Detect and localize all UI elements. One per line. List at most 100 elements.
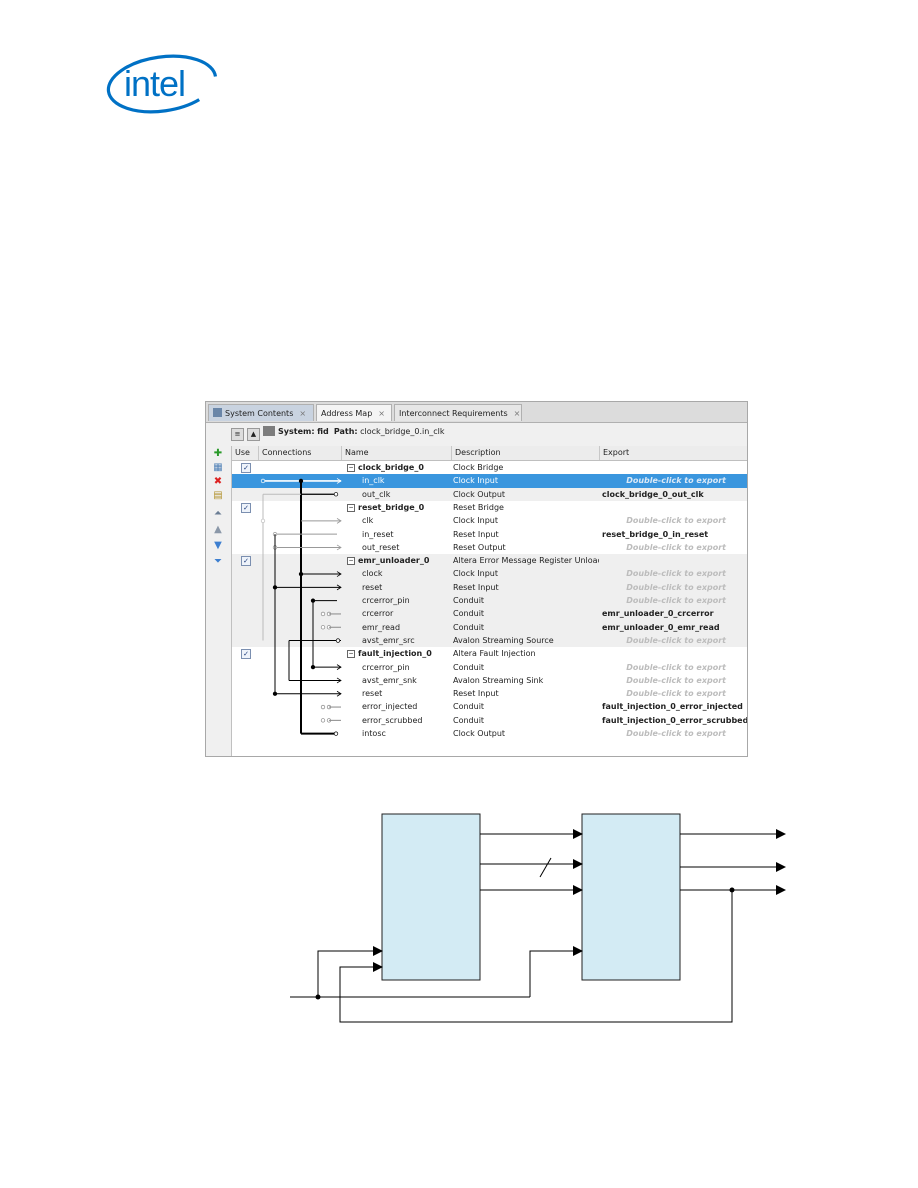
column-header-export[interactable]: Export [600,446,747,460]
left-toolbar: ✚ ▦ ✖ ▤ ⏶ ▲ ▼ ⏷ [206,444,230,756]
export-cell[interactable]: Double-click to export [602,581,747,594]
intel-logo-text: intel [124,63,185,104]
export-cell[interactable]: Double-click to export [602,514,747,527]
description-cell: Clock Input [453,516,498,526]
column-header-description[interactable]: Description [452,446,600,460]
name-cell: out_clk [362,489,391,499]
up-button[interactable]: ▲ [247,428,260,441]
description-cell: Reset Input [453,529,499,539]
name-cell: reset [362,689,383,699]
close-icon[interactable]: ⨯ [299,409,306,418]
export-cell[interactable]: Double-click to export [602,687,747,700]
edit-icon[interactable]: ▤ [212,490,224,502]
connection-dot [333,492,339,497]
export-cell[interactable] [602,501,747,514]
description-cell: Clock Output [453,729,506,738]
connection-dot [333,731,339,736]
left-block [381,813,481,981]
export-cell[interactable]: Double-click to export [602,594,747,607]
intel-logo: intel [106,54,218,114]
description-cell: Clock Input [453,476,498,486]
name-cell: emr_unloader_0 [358,556,430,566]
name-cell: error_injected [362,702,418,712]
add-system-icon[interactable]: ▦ [212,462,224,474]
description-cell: Conduit [453,622,485,632]
export-cell[interactable]: fault_injection_0_error_injected [602,700,747,713]
description-cell: Avalon Streaming Sink [453,675,544,685]
connection-dot [272,691,278,696]
tab-bar: System Contents ⨯ Address Map ⨯ Interconne… [206,402,747,423]
remove-icon[interactable]: ✖ [212,476,224,488]
connection-dot [298,478,304,484]
description-cell: Clock Bridge [453,463,504,472]
export-cell[interactable]: Double-click to export [602,661,747,674]
column-header-use[interactable]: Use [232,446,259,460]
name-cell: in_reset [362,529,394,539]
export-cell[interactable] [602,461,747,474]
bus-slash [539,857,552,878]
tab-system-contents[interactable]: System Contents ⨯ [208,404,314,421]
name-cell: avst_emr_snk [362,675,417,685]
move-bottom-icon[interactable]: ⏷ [212,556,224,568]
description-cell: Reset Input [453,582,499,592]
column-header-connections[interactable]: Connections [259,446,342,460]
export-cell[interactable]: Double-click to export [602,567,747,580]
export-cell[interactable]: Double-click to export [602,474,747,487]
export-cell[interactable]: clock_bridge_0_out_clk [602,488,747,501]
move-down-icon[interactable]: ▼ [212,540,224,552]
add-icon[interactable]: ✚ [212,448,224,460]
export-cell[interactable]: emr_unloader_0_crcerror [602,607,747,620]
description-cell: Reset Bridge [453,502,504,512]
connection-dot [320,625,326,630]
connection-dot [335,638,341,643]
name-cell: crcerror_pin [362,596,410,605]
connections-graph [260,478,342,736]
description-cell: Conduit [453,609,485,619]
name-cell: clock_bridge_0 [358,463,424,472]
description-cell: Clock Output [453,489,506,499]
right-block [581,813,681,981]
close-icon[interactable]: ⨯ [378,409,385,418]
column-header-name[interactable]: Name [342,446,452,460]
move-up-icon[interactable]: ▲ [212,524,224,536]
system-contents-screenshot: System Contents ⨯ Address Map ⨯ Interconne… [205,401,748,757]
connection-dot [260,478,266,484]
collapse-button[interactable]: ≡ [231,428,244,441]
export-cell[interactable]: emr_unloader_0_emr_read [602,621,747,634]
name-cell: reset_bridge_0 [358,502,425,512]
tab-interconnect-requirements[interactable]: Interconnect Requirements ⨯ [394,404,522,421]
tab-address-map[interactable]: Address Map ⨯ [316,404,392,421]
connection-dot [260,518,266,523]
connection-dot [320,611,326,617]
export-cell[interactable]: Double-click to export [602,674,747,687]
junction-dot [315,994,321,1000]
connection-dot [320,718,326,723]
export-cell[interactable]: Double-click to export [602,727,747,740]
move-top-icon[interactable]: ⏶ [212,508,224,520]
name-cell: fault_injection_0 [358,649,432,659]
close-icon[interactable]: ⨯ [514,409,521,418]
export-cell[interactable] [602,554,747,567]
name-cell: clock [362,569,383,579]
path-bar: ≡ ▲ System: fid Path: clock_bridge_0.in_cl… [231,424,445,441]
connection-dot [298,571,304,577]
description-cell: Altera Fault Injection [453,649,536,659]
export-cell[interactable]: reset_bridge_0_in_reset [602,528,747,541]
export-cell[interactable] [602,647,747,660]
name-cell: out_reset [362,542,400,552]
system-contents-icon [213,408,222,417]
junction-dot [729,887,735,893]
name-cell: emr_read [362,622,401,632]
description-cell: Altera Error Message Register Unloader [453,556,599,566]
description-cell: Conduit [453,715,485,725]
description-cell: Reset Output [453,542,506,552]
export-cell[interactable]: Double-click to export [602,541,747,554]
export-cell[interactable]: fault_injection_0_error_scrubbed [602,714,747,727]
description-cell: Avalon Streaming Source [453,635,554,645]
block-diagram [290,813,786,1023]
export-cell[interactable]: Double-click to export [602,634,747,647]
description-cell: Conduit [453,702,485,712]
table-header: Use Connections Name Description Export [232,446,747,461]
name-cell: error_scrubbed [362,715,423,725]
description-cell: Conduit [453,662,485,672]
